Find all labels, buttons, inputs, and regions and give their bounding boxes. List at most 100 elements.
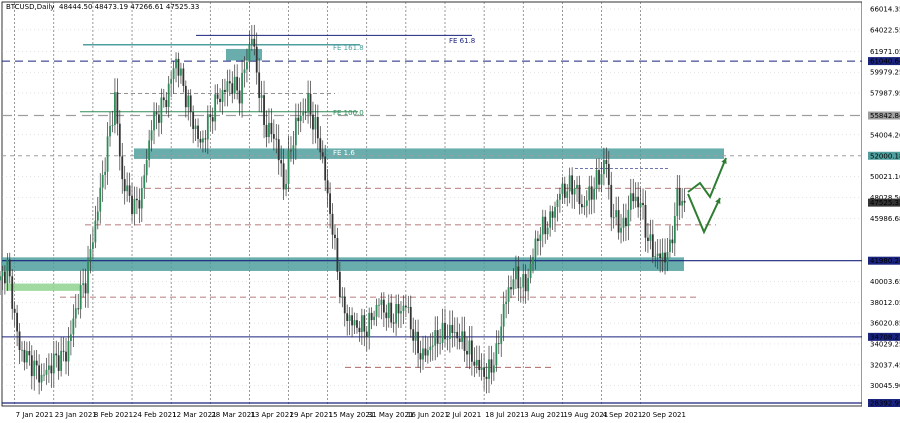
candle-body — [402, 305, 405, 312]
candle-body — [304, 112, 307, 113]
candle-body — [96, 211, 99, 221]
candle-body — [607, 163, 610, 185]
time-tick-label: 13 Apr 2021 — [250, 411, 293, 419]
candle-body — [632, 193, 635, 202]
candle-body — [101, 174, 104, 188]
candle-body — [573, 188, 576, 195]
candle-body — [346, 313, 349, 321]
candle-body — [409, 306, 412, 330]
candle-body — [647, 237, 649, 241]
candle-body — [326, 180, 329, 194]
price-tick-label: 64022.55 — [870, 26, 900, 34]
candle-body — [228, 81, 231, 84]
candle-body — [30, 355, 33, 377]
candle-body — [92, 242, 94, 249]
candle-body — [500, 326, 503, 344]
candle-body — [537, 238, 539, 241]
candle-body — [160, 97, 163, 123]
candle-body — [358, 327, 361, 333]
candle-body — [282, 163, 285, 190]
candle-body — [231, 83, 234, 94]
candle-body — [612, 217, 615, 218]
projection-arrows — [687, 157, 727, 235]
price-zones — [2, 48, 724, 291]
candle-body — [576, 184, 578, 189]
candle-body — [568, 175, 571, 192]
price-tag-label: 41980.24 — [870, 257, 900, 265]
candle-body — [158, 114, 160, 123]
candle-body — [671, 239, 674, 244]
candle-body — [514, 266, 517, 280]
candle-body — [495, 343, 498, 366]
candle-body — [233, 76, 236, 94]
candle-body — [620, 227, 622, 233]
candle-body — [99, 187, 102, 212]
candle-body — [118, 123, 121, 157]
candle-body — [287, 150, 290, 184]
candle-body — [549, 211, 552, 228]
candle-body — [649, 234, 652, 241]
candle-body — [182, 68, 185, 86]
candle-body — [539, 234, 542, 241]
time-tick-label: 4 Sep 2021 — [602, 411, 642, 419]
candle-body — [502, 304, 505, 327]
candle-body — [407, 306, 410, 308]
candle-body — [0, 276, 1, 281]
candle-body — [480, 367, 483, 371]
candle-body — [478, 359, 481, 371]
candle-body — [431, 345, 434, 347]
chart-header-symbol: BTCUSD,Daily — [6, 3, 54, 11]
price-tick-label: 45986.68 — [870, 215, 900, 223]
price-tick-label: 30045.90 — [870, 382, 900, 390]
candle-body — [316, 117, 319, 139]
candle-body — [236, 76, 239, 91]
candle-body — [21, 349, 23, 351]
candle-body — [654, 256, 657, 258]
candle-body — [309, 93, 312, 115]
time-tick-label: 2 Jul 2021 — [446, 411, 481, 419]
candle-body — [238, 90, 241, 104]
candle-body — [556, 199, 559, 208]
candle-body — [673, 216, 676, 244]
candle-body — [23, 349, 26, 363]
candle-body — [265, 124, 268, 138]
candles — [0, 24, 686, 395]
candle-body — [226, 81, 229, 92]
candle-body — [175, 58, 177, 69]
candle-body — [456, 331, 459, 339]
candle-body — [561, 183, 564, 194]
candle-body — [534, 238, 537, 258]
candle-body — [263, 95, 265, 125]
price-tick-label: 57987.95 — [870, 90, 900, 98]
candlestick-chart[interactable]: 66014.35 64022.55 61971.05 59979.25 57987.95… — [0, 0, 900, 423]
candle-body — [517, 266, 520, 289]
candle-body — [153, 112, 155, 131]
candle-body — [18, 331, 21, 351]
candle-body — [341, 296, 344, 298]
price-tick-label: 54004.26 — [870, 131, 900, 139]
candle-body — [60, 350, 63, 371]
candle-body — [165, 100, 168, 107]
candle-body — [214, 94, 217, 122]
candle-body — [512, 279, 515, 290]
candle-body — [605, 160, 608, 164]
candle-body — [414, 331, 417, 341]
candle-body — [610, 184, 613, 218]
candle-body — [219, 98, 221, 103]
candle-body — [571, 175, 574, 195]
candle-body — [62, 350, 65, 352]
candle-body — [444, 322, 446, 340]
candle-body — [248, 44, 251, 63]
time-tick-label: 23 Jan 2021 — [55, 411, 97, 419]
price-tick-label: 34029.25 — [870, 340, 900, 348]
candle-body — [360, 315, 363, 333]
candle-body — [426, 350, 429, 356]
candle-body — [131, 195, 133, 215]
candle-body — [656, 253, 659, 257]
candle-body — [13, 308, 16, 313]
candle-body — [48, 365, 50, 370]
candle-body — [434, 330, 437, 346]
candle-body — [544, 216, 547, 235]
fib-label-618: FE 61.8 — [449, 37, 475, 45]
candle-body — [162, 97, 165, 101]
